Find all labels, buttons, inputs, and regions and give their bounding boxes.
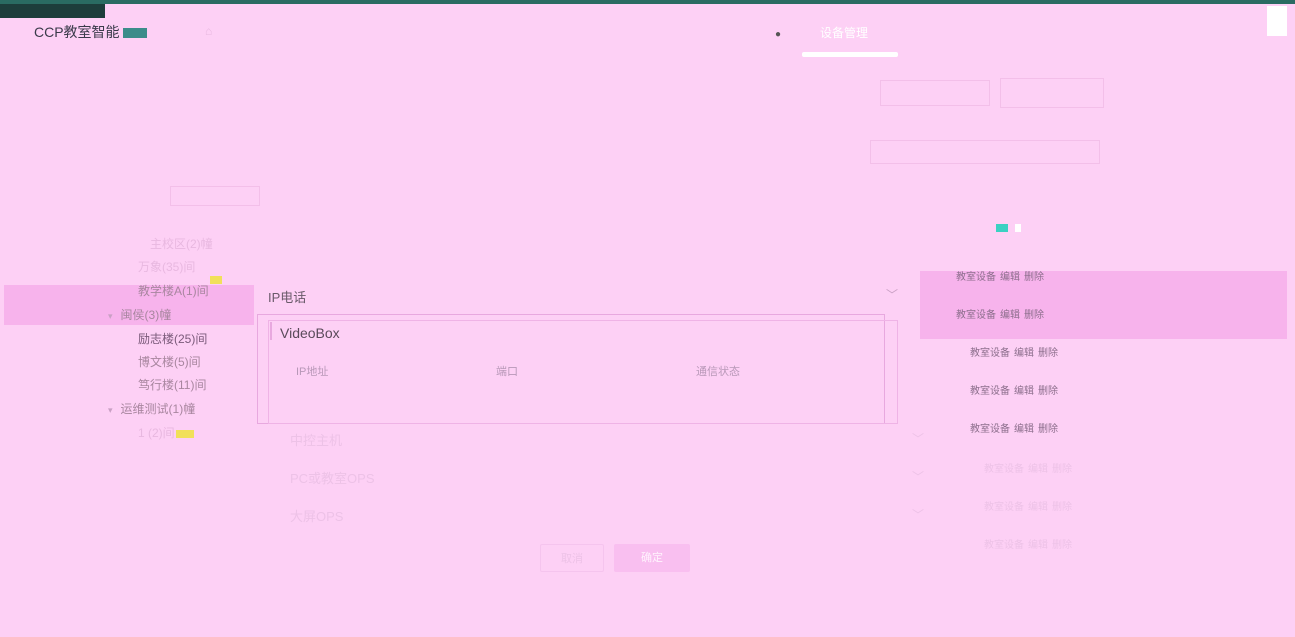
- tree-node-label: 1 (2)间: [138, 426, 175, 440]
- status-icon: [996, 224, 1008, 232]
- delete-link[interactable]: 删除: [1052, 464, 1072, 475]
- chevron-down-icon[interactable]: ﹀: [912, 506, 924, 523]
- status-indicator: [1015, 224, 1021, 232]
- tree-node[interactable]: 笃行楼(11)间: [138, 376, 206, 393]
- table-row-actions: 教室设备 编辑 删除: [970, 382, 1062, 397]
- nav-tab-device-management[interactable]: 设备管理: [820, 24, 868, 41]
- tree-node[interactable]: 1 (2)间: [138, 424, 175, 441]
- section-screen-ops[interactable]: 大屏OPS: [290, 506, 343, 525]
- table-row-actions: 教室设备 编辑 删除: [970, 420, 1062, 435]
- tree-node[interactable]: 万象(35)间: [138, 258, 195, 275]
- edit-link[interactable]: 编辑: [1014, 424, 1034, 435]
- delete-link[interactable]: 删除: [1024, 272, 1044, 283]
- delete-link[interactable]: 删除: [1038, 424, 1058, 435]
- chevron-down-icon[interactable]: ﹀: [912, 468, 924, 485]
- delete-link[interactable]: 删除: [1038, 386, 1058, 397]
- edit-link[interactable]: 编辑: [1028, 464, 1048, 475]
- table-row-actions: 教室设备 编辑 删除: [956, 306, 1048, 321]
- search-input[interactable]: [870, 140, 1100, 164]
- classroom-devices-link[interactable]: 教室设备: [956, 272, 996, 283]
- app-title-text: CCP教室智能: [34, 24, 120, 40]
- logo-block: [0, 4, 105, 18]
- edit-link[interactable]: 编辑: [1028, 540, 1048, 551]
- chevron-down-icon[interactable]: ﹀: [912, 430, 924, 447]
- tree-node-label: 闽侯(3)幢: [120, 308, 172, 322]
- nav-tab-underline: [802, 52, 898, 57]
- section-pc-ops[interactable]: PC或教室OPS: [290, 468, 375, 487]
- tree-node[interactable]: 主校区(2)幢: [150, 235, 213, 252]
- tree-node-label: 励志楼(25)间: [138, 332, 208, 346]
- tree-node-label: 博文楼(5)间: [138, 355, 201, 369]
- confirm-button[interactable]: 确定: [614, 544, 690, 572]
- home-icon[interactable]: ⌂: [205, 24, 225, 38]
- table-row-actions: 教室设备 编辑 删除: [984, 498, 1076, 513]
- caret-down-icon[interactable]: ▾: [108, 311, 113, 321]
- tree-node[interactable]: 励志楼(25)间: [138, 330, 207, 347]
- classroom-devices-link[interactable]: 教室设备: [984, 540, 1024, 551]
- videobox-shadow-frame: [268, 320, 898, 424]
- caret-down-icon[interactable]: ▾: [108, 405, 113, 415]
- cancel-button[interactable]: 取消: [540, 544, 604, 572]
- top-bar: CCP教室智能 ⌂ ● 设备管理: [0, 0, 1295, 57]
- section-ip-phone[interactable]: IP电话: [268, 287, 306, 306]
- edit-link[interactable]: 编辑: [1028, 502, 1048, 513]
- top-accent-line: [0, 0, 1295, 4]
- delete-link[interactable]: 删除: [1052, 502, 1072, 513]
- logo-chip: [122, 28, 147, 39]
- window-edge: [1267, 6, 1287, 36]
- classroom-devices-link[interactable]: 教室设备: [970, 348, 1010, 359]
- selected-node-icon: [210, 276, 222, 284]
- classroom-devices-link[interactable]: 教室设备: [984, 464, 1024, 475]
- delete-link[interactable]: 删除: [1038, 348, 1058, 359]
- tree-node-label: 运维测试(1)幢: [120, 402, 196, 416]
- tree-node-label: 笃行楼(11)间: [138, 378, 207, 392]
- table-row-actions: 教室设备 编辑 删除: [984, 536, 1076, 551]
- tree-node[interactable]: ▾ 闽侯(3)幢: [108, 306, 171, 323]
- classroom-devices-link[interactable]: 教室设备: [956, 310, 996, 321]
- chevron-down-icon[interactable]: ﹀: [886, 286, 898, 303]
- nav-bell-icon[interactable]: ●: [775, 29, 781, 40]
- classroom-devices-link[interactable]: 教室设备: [970, 386, 1010, 397]
- edit-link[interactable]: 编辑: [1014, 348, 1034, 359]
- add-button[interactable]: [1000, 78, 1104, 108]
- classroom-devices-link[interactable]: 教室设备: [970, 424, 1010, 435]
- tree-node[interactable]: 教学楼A(1)间: [138, 282, 209, 299]
- edit-link[interactable]: 编辑: [1000, 272, 1020, 283]
- tree-search-input[interactable]: [170, 186, 260, 206]
- table-row-actions: 教室设备 编辑 删除: [956, 268, 1048, 283]
- delete-link[interactable]: 删除: [1024, 310, 1044, 321]
- tree-node-label: 万象(35)间: [138, 260, 196, 274]
- delete-link[interactable]: 删除: [1052, 540, 1072, 551]
- tree-node-label: 教学楼A(1)间: [138, 284, 209, 298]
- filter-button[interactable]: [880, 80, 990, 106]
- edit-link[interactable]: 编辑: [1014, 386, 1034, 397]
- tree-node-icon: [176, 430, 194, 438]
- tree-node[interactable]: ▾ 运维测试(1)幢: [108, 400, 195, 417]
- table-row-actions: 教室设备 编辑 删除: [970, 344, 1062, 359]
- table-row-actions: 教室设备 编辑 删除: [984, 460, 1076, 475]
- tree-node[interactable]: 博文楼(5)间: [138, 353, 201, 370]
- tree-node-label: 主校区(2)幢: [150, 237, 213, 251]
- edit-link[interactable]: 编辑: [1000, 310, 1020, 321]
- section-central-control[interactable]: 中控主机: [290, 430, 342, 449]
- classroom-devices-link[interactable]: 教室设备: [984, 502, 1024, 513]
- app-title: CCP教室智能: [34, 22, 147, 42]
